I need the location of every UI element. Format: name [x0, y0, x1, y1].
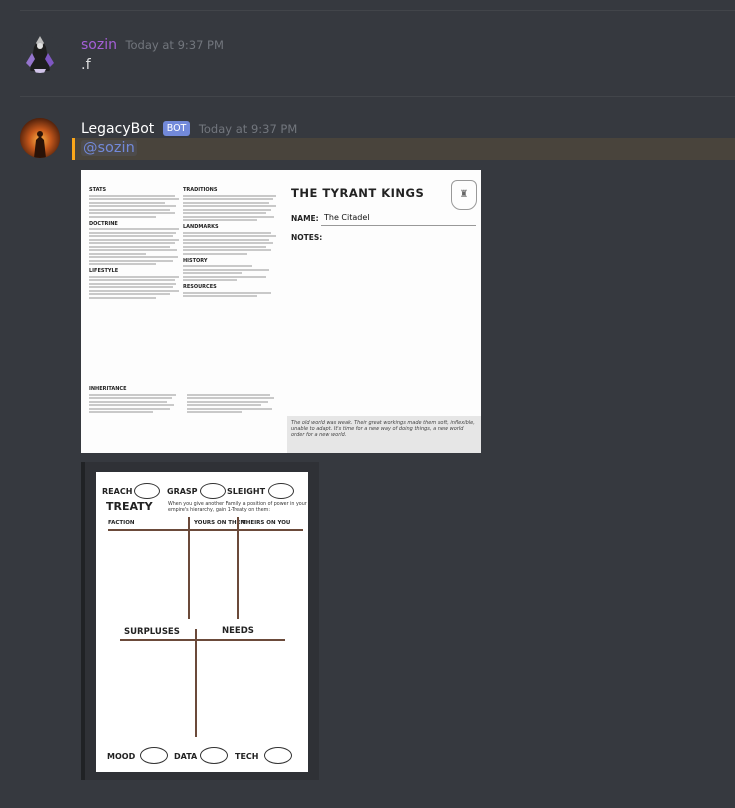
grasp-oval [200, 483, 226, 499]
name-label: NAME: [291, 214, 319, 223]
tech-oval [264, 747, 292, 764]
user-mention[interactable]: @sozin [81, 140, 137, 156]
mood-oval [140, 747, 168, 764]
treaty-heading: TREATY [106, 500, 153, 513]
theirs-on-you-label: THEIRS ON YOU [242, 520, 291, 526]
treaty-description: When you give another Family a position … [168, 502, 307, 513]
timestamp: Today at 9:37 PM [198, 122, 298, 136]
username[interactable]: LegacyBot [81, 121, 154, 137]
table-divider-line [188, 517, 190, 619]
notes-label: NOTES: [291, 233, 323, 242]
section-heading: DOCTRINE [89, 220, 118, 227]
reach-label: REACH [102, 487, 133, 496]
mention-highlight [72, 138, 735, 160]
data-label: DATA [174, 752, 198, 761]
inheritance-section: INHERITANCE [89, 386, 279, 415]
reach-oval [134, 483, 160, 499]
table-divider-line [108, 529, 303, 531]
bot-badge: BOT [162, 121, 191, 136]
mood-label: MOOD [107, 752, 136, 761]
section-heading: STATS [89, 187, 107, 193]
sheet-footer-text: The old world was weak. Their great work… [287, 416, 481, 453]
section-heading: LIFESTYLE [89, 268, 119, 274]
section-heading: LANDMARKS [183, 224, 219, 230]
resources-divider-line [120, 639, 285, 641]
resources-divider-line [195, 629, 197, 737]
traditions-column: TRADITIONS LANDMARKS HISTORY RESOURCES [183, 184, 281, 299]
name-underline [321, 225, 476, 226]
bot-avatar[interactable] [20, 118, 60, 158]
message-text: .f [81, 57, 91, 73]
surpluses-label: SURPLUSES [124, 627, 180, 637]
faction-label: FACTION [108, 520, 135, 526]
sleight-label: SLEIGHT [227, 487, 266, 496]
image-attachment-treaty[interactable]: REACH GRASP SLEIGHT TREATY When you give… [96, 472, 308, 772]
name-value: The Citadel [324, 213, 370, 222]
data-oval [200, 747, 228, 764]
section-heading: RESOURCES [183, 284, 217, 290]
grasp-label: GRASP [167, 487, 198, 496]
section-heading: HISTORY [183, 257, 208, 264]
table-divider-line [237, 517, 239, 619]
sheet-title: THE TYRANT KINGS [291, 186, 425, 200]
needs-label: NEEDS [222, 626, 254, 636]
tech-label: TECH [235, 752, 259, 761]
image-attachment-sheet[interactable]: STATS DOCTRINE LIFESTYLE TRADITIONS LAND… [81, 170, 481, 453]
user-avatar[interactable] [20, 33, 60, 73]
timestamp: Today at 9:37 PM [125, 38, 224, 52]
username[interactable]: sozin [81, 37, 117, 53]
crest-icon: ♜ [451, 180, 477, 210]
section-heading: TRADITIONS [183, 187, 218, 193]
stats-column: STATS DOCTRINE LIFESTYLE [89, 184, 184, 300]
sleight-oval [268, 483, 294, 499]
message-divider [20, 10, 735, 11]
message-divider [20, 96, 735, 97]
